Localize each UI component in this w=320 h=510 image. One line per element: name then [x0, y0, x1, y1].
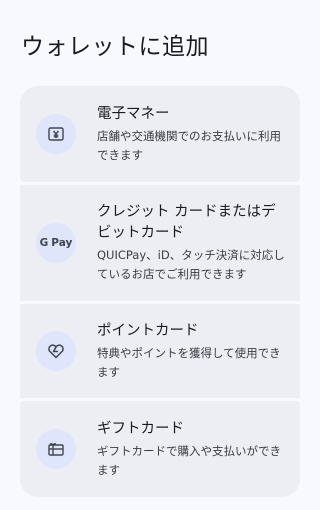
yen-wallet-icon [36, 114, 76, 154]
option-title: ギフトカード [97, 420, 184, 437]
option-title: 電子マネー [97, 105, 170, 122]
option-description: QUICPay、iD、タッチ決済に対応しているお店でご利用できます [97, 248, 285, 281]
option-description: 店舗や交通機関でのお支払いに利用できます [97, 128, 281, 162]
gift-card-icon [36, 429, 76, 469]
option-description: ギフトカードで購入や支払いができます [97, 443, 281, 477]
option-title: ポイントカード [97, 322, 199, 339]
gpay-icon: G Pay [36, 223, 76, 263]
gpay-label: Pay [51, 237, 73, 249]
option-title: クレジット カードまたはデビットカード [97, 204, 276, 241]
option-point-card[interactable]: ポイントカード 特典やポイントを獲得して使用できます [20, 304, 300, 398]
add-to-wallet-options: 電子マネー 店舗や交通機関でのお支払いに利用できます G Pay クレジット カー… [20, 86, 300, 497]
option-credit-debit-card[interactable]: G Pay クレジット カードまたはデビットカード QUICPay、iD、タッチ決… [20, 185, 300, 301]
heart-tag-icon [36, 331, 76, 371]
option-e-money[interactable]: 電子マネー 店舗や交通機関でのお支払いに利用できます [20, 86, 300, 182]
page-title: ウォレットに追加 [21, 34, 209, 60]
option-description: 特典やポイントを獲得して使用できます [97, 345, 281, 379]
option-gift-card[interactable]: ギフトカード ギフトカードで購入や支払いができます [20, 401, 300, 497]
gpay-g-letter: G [39, 237, 49, 249]
